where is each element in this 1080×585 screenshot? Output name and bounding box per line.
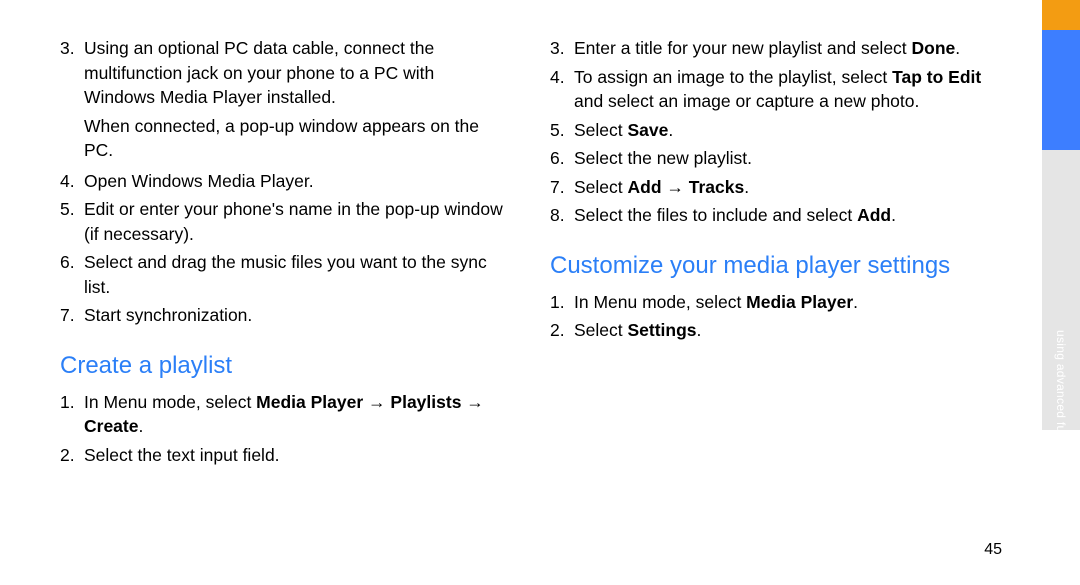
list-item-number: 2. [550,318,574,343]
left-list-1: 3.Using an optional PC data cable, conne… [60,36,510,110]
bold-text: Tracks [689,177,744,197]
list-item-text: Select Add → Tracks. [574,175,1000,200]
list-item: 8.Select the files to include and select… [550,203,1000,228]
list-item: 5.Select Save. [550,118,1000,143]
bold-text: Done [912,38,956,58]
list-item-number: 1. [550,290,574,315]
right-list-2: 1.In Menu mode, select Media Player.2.Se… [550,290,1000,343]
bold-text: Add [857,205,891,225]
list-item-text: Open Windows Media Player. [84,169,510,194]
page-number: 45 [984,541,1002,559]
list-item: 2.Select Settings. [550,318,1000,343]
bold-text: Playlists [390,392,461,412]
left-list-3: 1.In Menu mode, select Media Player → Pl… [60,390,510,468]
right-list-1: 3.Enter a title for your new playlist an… [550,36,1000,228]
list-item-number: 7. [550,175,574,200]
list-item-text: To assign an image to the playlist, sele… [574,65,1000,114]
list-item-number: 6. [550,146,574,171]
list-item-text: Select the new playlist. [574,146,1000,171]
side-tab-gray: using advanced functions [1042,150,1080,430]
list-item: 6.Select the new playlist. [550,146,1000,171]
list-item: 3.Using an optional PC data cable, conne… [60,36,510,110]
list-item-number: 4. [60,169,84,194]
list-item-text: Enter a title for your new playlist and … [574,36,1000,61]
left-column: 3.Using an optional PC data cable, conne… [60,36,510,471]
list-item: 6.Select and drag the music files you wa… [60,250,510,299]
list-item-text: Edit or enter your phone's name in the p… [84,197,510,246]
list-item-text: Using an optional PC data cable, connect… [84,36,510,110]
list-item-number: 5. [60,197,84,246]
list-item: 1.In Menu mode, select Media Player. [550,290,1000,315]
list-item: 3.Enter a title for your new playlist an… [550,36,1000,61]
list-item-text: Select the text input field. [84,443,510,468]
page-container: 3.Using an optional PC data cable, conne… [0,0,1080,585]
list-item: 1.In Menu mode, select Media Player → Pl… [60,390,510,439]
content-columns: 3.Using an optional PC data cable, conne… [60,36,1000,471]
list-item-text: Select and drag the music files you want… [84,250,510,299]
bold-text: Add [628,177,662,197]
list-item-number: 8. [550,203,574,228]
list-item-number: 6. [60,250,84,299]
side-tab-blue [1042,30,1080,150]
list-item-text: Select the files to include and select A… [574,203,1000,228]
list-item: 4.To assign an image to the playlist, se… [550,65,1000,114]
bold-text: Save [628,120,669,140]
list-item-text: In Menu mode, select Media Player. [574,290,1000,315]
side-tab-label: using advanced functions [1054,330,1068,473]
list-item-number: 5. [550,118,574,143]
list-item-number: 4. [550,65,574,114]
right-column: 3.Enter a title for your new playlist an… [550,36,1000,471]
list-item-text: Select Settings. [574,318,1000,343]
list-item: 5.Edit or enter your phone's name in the… [60,197,510,246]
list-item: 2.Select the text input field. [60,443,510,468]
list-item-number: 2. [60,443,84,468]
bold-text: Create [84,416,138,436]
list-item-text: In Menu mode, select Media Player → Play… [84,390,510,439]
bold-text: Media Player [256,392,363,412]
bold-text: Settings [628,320,697,340]
list-item: 7.Select Add → Tracks. [550,175,1000,200]
left-list-2: 4.Open Windows Media Player.5.Edit or en… [60,169,510,328]
list-item: 4.Open Windows Media Player. [60,169,510,194]
heading-create-playlist: Create a playlist [60,352,510,380]
list-item-number: 1. [60,390,84,439]
side-tab-stack: using advanced functions [1042,0,1080,585]
left-para-1: When connected, a pop-up window appears … [84,114,510,163]
list-item-number: 3. [60,36,84,110]
list-item-text: Start synchronization. [84,303,510,328]
list-item-number: 7. [60,303,84,328]
list-item-text: Select Save. [574,118,1000,143]
side-tab-orange [1042,0,1080,30]
list-item-number: 3. [550,36,574,61]
heading-customize-settings: Customize your media player settings [550,252,1000,280]
bold-text: Media Player [746,292,853,312]
bold-text: Tap to Edit [892,67,981,87]
list-item: 7.Start synchronization. [60,303,510,328]
